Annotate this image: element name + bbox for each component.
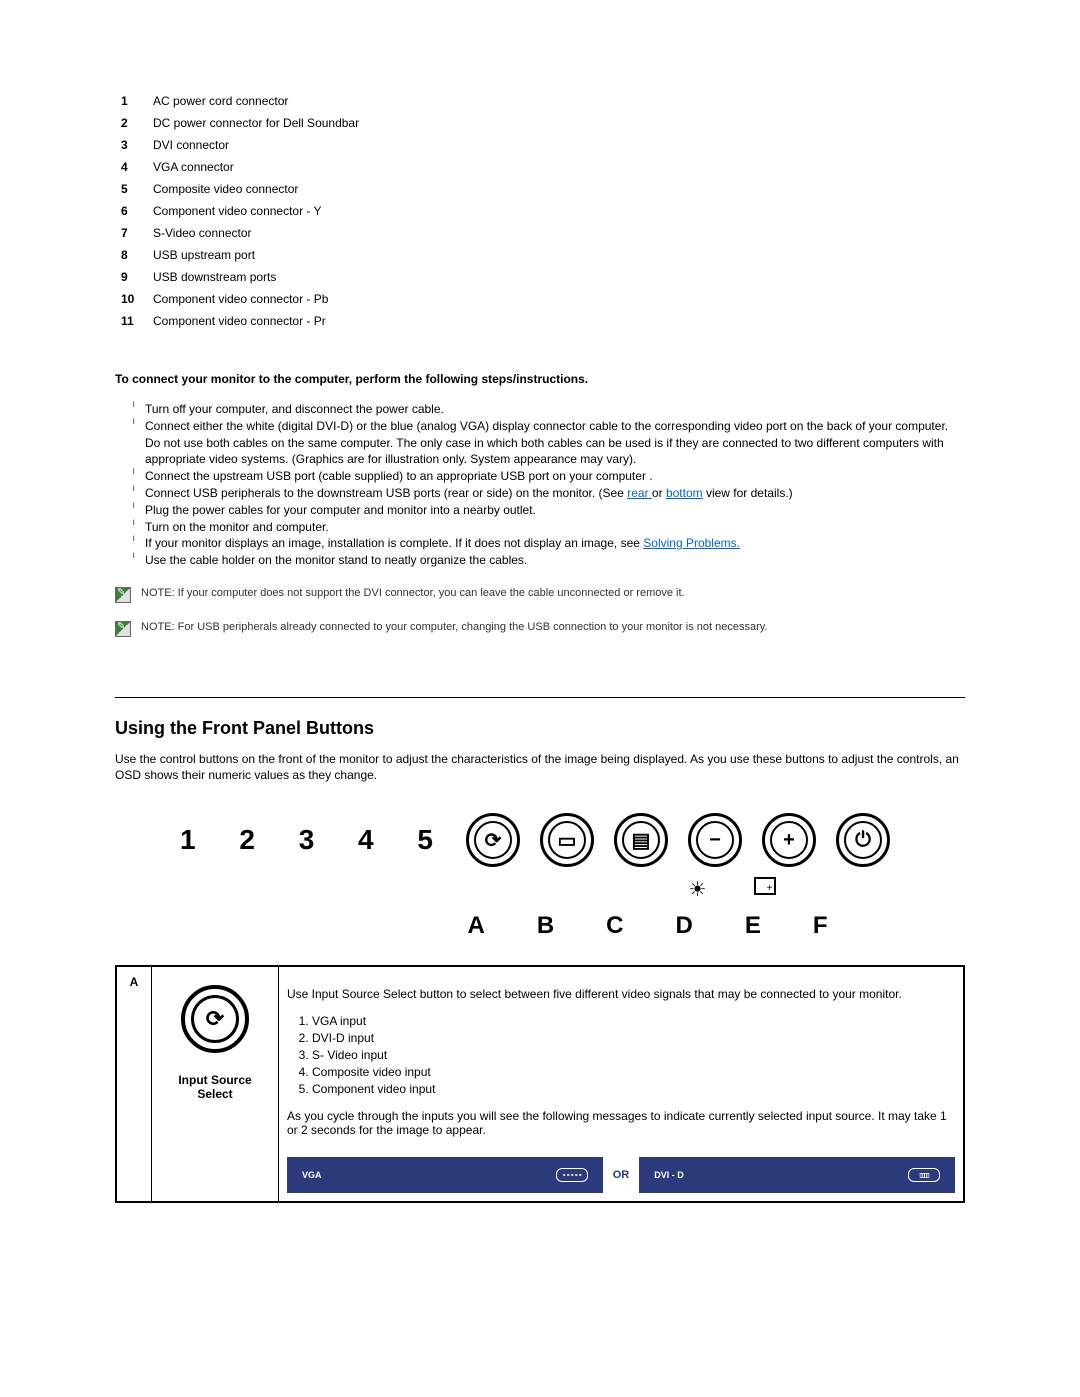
step-5: Plug the power cables for your computer …	[115, 502, 965, 519]
setup-steps: Turn off your computer, and disconnect t…	[115, 401, 965, 569]
step-6: Turn on the monitor and computer.	[115, 519, 965, 536]
bottom-link[interactable]: bottom	[666, 486, 703, 500]
row-icon-cell: ⟳ Input Source Select	[152, 966, 279, 1202]
solving-problems-link[interactable]: Solving Problems.	[643, 536, 740, 550]
connector-number: 9	[115, 266, 147, 288]
input-options: VGA input DVI-D input S- Video input Com…	[312, 1013, 955, 1097]
diagram-numbers: 1 2 3 4 5	[180, 824, 451, 856]
connector-row: 3DVI connector	[115, 134, 365, 156]
connector-row: 10Component video connector - Pb	[115, 288, 365, 310]
connector-label: Component video connector - Pr	[147, 310, 365, 332]
connector-number: 8	[115, 244, 147, 266]
step-3: Connect the upstream USB port (cable sup…	[115, 468, 965, 485]
step-2: Connect either the white (digital DVI-D)…	[115, 418, 965, 468]
minus-icon: −	[688, 813, 742, 867]
connector-row: 5Composite video connector	[115, 178, 365, 200]
connector-row: 8USB upstream port	[115, 244, 365, 266]
brightness-icon: ☀	[689, 877, 707, 902]
power-icon: ⏻	[836, 813, 890, 867]
step-8: Use the cable holder on the monitor stan…	[115, 552, 965, 569]
connector-row: 2DC power connector for Dell Soundbar	[115, 112, 365, 134]
input-source-icon: ⟳	[466, 813, 520, 867]
connector-number: 5	[115, 178, 147, 200]
intro-paragraph: Use the control buttons on the front of …	[115, 751, 965, 783]
table-row: A ⟳ Input Source Select Use Input Source…	[116, 966, 964, 1202]
sub-icons: ☀	[500, 877, 965, 902]
connector-label: S-Video connector	[147, 222, 365, 244]
connector-row: 9USB downstream ports	[115, 266, 365, 288]
row-letter: A	[116, 966, 152, 1202]
osd-vga-box: VGA ⚬⚬⚬⚬⚬	[287, 1157, 603, 1193]
connector-number: 11	[115, 310, 147, 332]
dvi-port-icon: ▯▯▯▯	[908, 1168, 940, 1182]
connector-number: 1	[115, 90, 147, 112]
connector-label: DC power connector for Dell Soundbar	[147, 112, 365, 134]
connector-label: Component video connector - Y	[147, 200, 365, 222]
osd-preview: VGA ⚬⚬⚬⚬⚬ OR DVI - D ▯▯▯▯	[287, 1157, 955, 1193]
connector-number: 4	[115, 156, 147, 178]
step-1: Turn off your computer, and disconnect t…	[115, 401, 965, 418]
connector-number: 7	[115, 222, 147, 244]
rear-link[interactable]: rear	[627, 486, 652, 500]
input-source-big-icon: ⟳	[181, 985, 249, 1053]
note-icon	[115, 621, 131, 637]
connector-row: 6Component video connector - Y	[115, 200, 365, 222]
connector-row: 1AC power cord connector	[115, 90, 365, 112]
connector-row: 11Component video connector - Pr	[115, 310, 365, 332]
connector-label: Composite video connector	[147, 178, 365, 200]
connector-number: 2	[115, 112, 147, 134]
connector-list: 1AC power cord connector2DC power connec…	[115, 90, 365, 332]
connector-label: USB upstream port	[147, 244, 365, 266]
osd-dvi-box: DVI - D ▯▯▯▯	[639, 1157, 955, 1193]
pip-icon: ▭	[540, 813, 594, 867]
connector-row: 7S-Video connector	[115, 222, 365, 244]
note-1: NOTE: If your computer does not support …	[115, 587, 965, 603]
connector-label: DVI connector	[147, 134, 365, 156]
front-panel-table: A ⟳ Input Source Select Use Input Source…	[115, 965, 965, 1203]
connector-label: AC power cord connector	[147, 90, 365, 112]
note-icon	[115, 587, 131, 603]
connector-number: 3	[115, 134, 147, 156]
step-7: If your monitor displays an image, insta…	[115, 535, 965, 552]
vga-port-icon: ⚬⚬⚬⚬⚬	[556, 1168, 588, 1182]
section-divider	[115, 697, 965, 698]
note-2: NOTE: For USB peripherals already connec…	[115, 621, 965, 637]
button-diagram: 1 2 3 4 5 ⟳ ▭ ▤ − + ⏻	[115, 813, 965, 867]
connector-label: USB downstream ports	[147, 266, 365, 288]
connector-label: Component video connector - Pb	[147, 288, 365, 310]
section-heading: Using the Front Panel Buttons	[115, 718, 965, 739]
step-4: Connect USB peripherals to the downstrea…	[115, 485, 965, 502]
connector-row: 4VGA connector	[115, 156, 365, 178]
auto-adjust-icon	[754, 877, 776, 895]
connector-label: VGA connector	[147, 156, 365, 178]
connector-number: 6	[115, 200, 147, 222]
connect-heading: To connect your monitor to the computer,…	[115, 372, 965, 386]
connector-number: 10	[115, 288, 147, 310]
diagram-letters: A B C D E F	[330, 912, 965, 940]
plus-icon: +	[762, 813, 816, 867]
row-description: Use Input Source Select button to select…	[279, 966, 965, 1202]
menu-icon: ▤	[614, 813, 668, 867]
osd-or: OR	[613, 1169, 630, 1181]
